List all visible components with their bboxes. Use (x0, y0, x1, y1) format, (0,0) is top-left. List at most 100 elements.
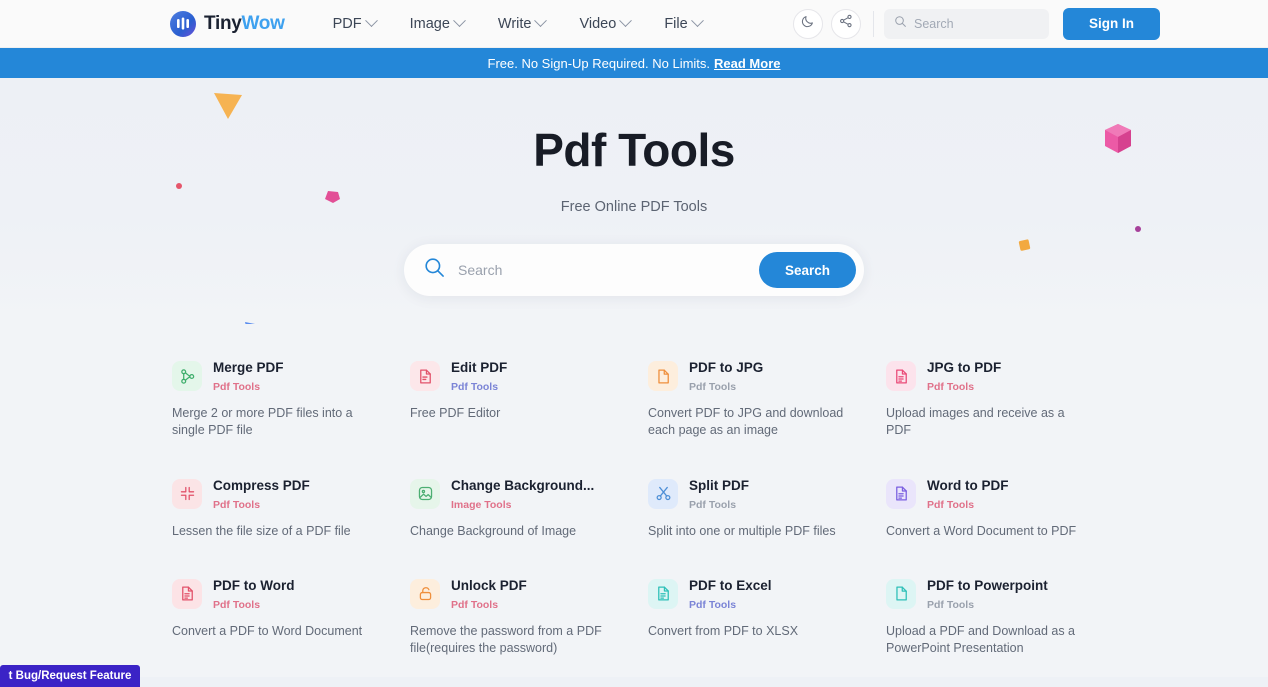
tool-card-title: Edit PDF (451, 360, 507, 377)
tool-card-text: Merge PDFPdf Tools (213, 360, 284, 393)
hero-search-bar[interactable]: Search (404, 244, 864, 296)
promo-banner: Free. No Sign-Up Required. No Limits. Re… (0, 48, 1268, 78)
tool-card[interactable]: PDF to WordPdf ToolsConvert a PDF to Wor… (158, 560, 396, 677)
tool-card-header: Merge PDFPdf Tools (172, 360, 378, 393)
chevron-down-icon (691, 14, 704, 27)
tool-card-description: Upload images and receive as a PDF (886, 405, 1092, 440)
tool-card-header: PDF to JPGPdf Tools (648, 360, 854, 393)
promo-banner-text: Free. No Sign-Up Required. No Limits. (488, 56, 711, 71)
nav-label: Image (410, 16, 450, 32)
hero-search-input[interactable] (458, 262, 759, 278)
chevron-down-icon (453, 14, 466, 27)
tool-card-title: PDF to Powerpoint (927, 578, 1048, 595)
document-corner-icon (886, 579, 916, 609)
hero-search-button[interactable]: Search (759, 252, 856, 288)
tool-card-text: Edit PDFPdf Tools (451, 360, 507, 393)
tool-card[interactable]: PDF to Powerpoint Pdf Tools Upload a PDF a… (872, 560, 1110, 677)
tool-card[interactable]: Split PDF Pdf Tools Split into one or mult… (634, 460, 872, 560)
tool-card-text: Compress PDFPdf Tools (213, 478, 310, 511)
tinywow-logo-icon (170, 11, 196, 37)
tool-card-header: PDF to Powerpoint Pdf Tools (886, 578, 1092, 611)
report-bug-tab[interactable]: t Bug/Request Feature (0, 665, 140, 687)
tool-card-description: Merge 2 or more PDF files into a single … (172, 405, 378, 440)
deco-blue-triangle (244, 321, 256, 324)
deco-orange-triangle (212, 91, 244, 126)
logo-text-tiny: Tiny (204, 13, 242, 34)
tool-card-title: Compress PDF (213, 478, 310, 495)
tool-card-title: PDF to Word (213, 578, 295, 595)
tool-card-description: Remove the password from a PDF file(requ… (410, 623, 616, 658)
tool-card-text: Word to PDFPdf Tools (927, 478, 1009, 511)
tool-card-header: Split PDF Pdf Tools (648, 478, 854, 511)
compress-icon (172, 479, 202, 509)
page-root: TinyWow PDF Image Write Video File (0, 0, 1268, 687)
tool-card-description: Split into one or multiple PDF files (648, 523, 854, 540)
tool-card-description: Convert a Word Document to PDF (886, 523, 1092, 540)
nav-item-file[interactable]: File (664, 16, 701, 32)
unlock-icon (410, 579, 440, 609)
document-lines-icon (172, 579, 202, 609)
nav-label: PDF (333, 16, 362, 32)
tool-card-title: PDF to JPG (689, 360, 763, 377)
moon-icon (801, 14, 815, 33)
tool-card-category: Pdf Tools (213, 381, 284, 393)
tool-card-category: Image Tools (451, 499, 594, 511)
tool-card[interactable]: PDF to ExcelPdf Tools Convert from PDF to… (634, 560, 872, 677)
dark-mode-toggle[interactable] (793, 9, 823, 39)
tool-card-text: PDF to ExcelPdf Tools (689, 578, 772, 611)
tool-card-category: Pdf Tools (689, 499, 749, 511)
tool-card[interactable]: Compress PDFPdf ToolsLessen the file siz… (158, 460, 396, 560)
merge-icon (172, 361, 202, 391)
nav-item-pdf[interactable]: PDF (333, 16, 376, 32)
tool-card-title: Split PDF (689, 478, 749, 495)
document-edit-icon (410, 361, 440, 391)
tool-card[interactable]: Merge PDFPdf Tools Merge 2 or more PDF fi… (158, 342, 396, 459)
header-search-input[interactable] (914, 17, 1039, 31)
tool-card-description: Convert from PDF to XLSX (648, 623, 854, 640)
deco-red-dot (176, 183, 182, 189)
hero-section: Pdf Tools Free Online PDF Tools Search (0, 78, 1268, 324)
header-search[interactable] (884, 9, 1049, 39)
read-more-link[interactable]: Read More (714, 56, 780, 71)
tool-card-title: Change Background... (451, 478, 594, 495)
tool-card-description: Upload a PDF and Download as a PowerPoin… (886, 623, 1092, 658)
tool-card-header: JPG to PDFPdf Tools (886, 360, 1092, 393)
page-title: Pdf Tools (0, 126, 1268, 174)
nav-item-write[interactable]: Write (498, 16, 546, 32)
main-nav: PDF Image Write Video File (333, 16, 702, 32)
tool-card-text: PDF to JPGPdf Tools (689, 360, 763, 393)
tool-card-category: Pdf Tools (927, 381, 1001, 393)
nav-item-image[interactable]: Image (410, 16, 464, 32)
nav-label: Video (579, 16, 616, 32)
tool-card-description: Change Background of Image (410, 523, 616, 540)
tool-card-title: PDF to Excel (689, 578, 772, 595)
nav-item-video[interactable]: Video (579, 16, 630, 32)
sign-in-button[interactable]: Sign In (1063, 8, 1160, 40)
document-corner-icon (648, 361, 678, 391)
tool-card[interactable]: JPG to PDFPdf Tools Upload images and rec… (872, 342, 1110, 459)
tool-card[interactable]: Change Background...Image ToolsChange Ba… (396, 460, 634, 560)
tool-card[interactable]: Word to PDFPdf Tools Convert a Word Docum… (872, 460, 1110, 560)
nav-label: Write (498, 16, 532, 32)
tool-card-header: Edit PDFPdf Tools (410, 360, 616, 393)
tool-card-header: PDF to ExcelPdf Tools (648, 578, 854, 611)
tool-card[interactable]: Unlock PDFPdf Tools Remove the password f… (396, 560, 634, 677)
tool-card-category: Pdf Tools (927, 599, 1048, 611)
deco-orange-square (1018, 238, 1032, 257)
logo[interactable]: TinyWow (170, 11, 285, 37)
tool-card-description: Convert PDF to JPG and download each pag… (648, 405, 854, 440)
tool-card[interactable]: PDF to JPGPdf Tools Convert PDF to JPG an… (634, 342, 872, 459)
share-button[interactable] (831, 9, 861, 39)
search-icon (894, 15, 907, 33)
tool-card-category: Pdf Tools (927, 499, 1009, 511)
deco-purple-dot (1135, 226, 1141, 232)
tool-card[interactable]: Edit PDFPdf Tools Free PDF Editor (396, 342, 634, 459)
tool-card-header: Unlock PDFPdf Tools (410, 578, 616, 611)
tool-card-header: PDF to Word Pdf Tools (172, 578, 378, 611)
tool-card-header: Change Background... Image Tools (410, 478, 616, 511)
tool-card-category: Pdf Tools (213, 599, 295, 611)
tool-card-description: Free PDF Editor (410, 405, 616, 422)
tool-card-header: Compress PDFPdf Tools (172, 478, 378, 511)
tools-section: Merge PDFPdf Tools Merge 2 or more PDF fi… (0, 324, 1268, 677)
document-lines-icon (886, 361, 916, 391)
